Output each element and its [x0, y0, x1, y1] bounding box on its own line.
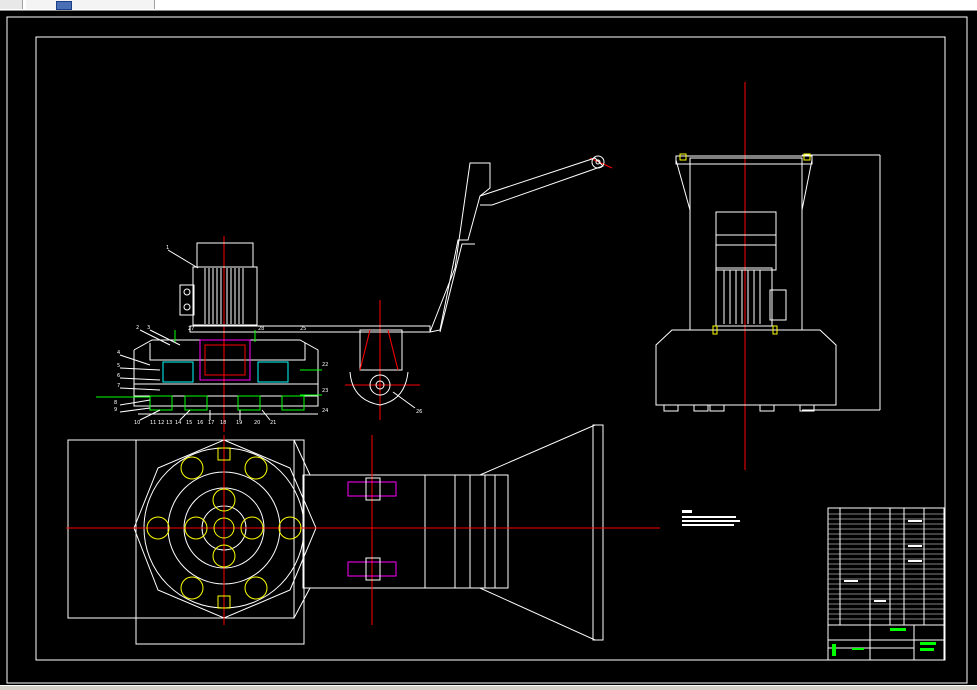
side-view [655, 82, 881, 470]
plan-view [66, 424, 660, 645]
page-thumbnail-icon[interactable] [56, 1, 72, 10]
motor-body [192, 266, 258, 326]
balloon-label: 23 [322, 388, 328, 394]
balloon-label: 15 [186, 420, 192, 426]
side-frame [689, 157, 803, 331]
balloon-label: 22 [322, 362, 328, 368]
balloon-label: 28 [258, 326, 264, 332]
balloon-label: 3 [147, 325, 150, 331]
top-plate [189, 325, 431, 333]
balloon-label: 7 [117, 383, 120, 389]
balloon-label: 19 [236, 420, 242, 426]
balloon-label: 12 [158, 420, 164, 426]
balloon-label: 16 [197, 420, 203, 426]
balloon-label: 27 [188, 326, 194, 332]
status-strip [0, 685, 977, 690]
arm-inner [439, 243, 475, 333]
balloon-label: 14 [175, 420, 181, 426]
bearing-left [162, 361, 194, 383]
front-view [96, 155, 613, 432]
link-arm [479, 157, 604, 206]
cad-drawing-canvas[interactable]: 1 2 3 4 5 6 7 8 9 10 11 12 13 14 15 16 1… [0, 11, 977, 685]
balloon-label: 21 [270, 420, 276, 426]
flange-outline [133, 439, 317, 619]
balloon-label: 11 [150, 420, 156, 426]
motor-top [196, 242, 254, 268]
balloon-label: 5 [117, 363, 120, 369]
balloon-label: 10 [134, 420, 140, 426]
coupling-housing [359, 329, 403, 371]
balloon-label: 6 [117, 373, 120, 379]
toolbar-tab[interactable] [26, 0, 155, 10]
balloon-label: 24 [322, 408, 328, 414]
balloon-label: 13 [166, 420, 172, 426]
bearing-right [257, 361, 289, 383]
cad-drawing: 1 2 3 4 5 6 7 8 9 10 11 12 13 14 15 16 1… [6, 16, 968, 684]
balloon-label: 25 [300, 326, 306, 332]
technical-notes [682, 510, 740, 526]
balloon-label: 26 [416, 409, 422, 415]
balloon-label: 9 [114, 407, 117, 413]
outer-frame [6, 16, 968, 684]
title-block-fills [832, 520, 936, 656]
toolbar-segment[interactable] [0, 0, 23, 9]
balloon-label: 17 [208, 420, 214, 426]
balloon-label: 4 [117, 350, 120, 356]
side-base [655, 329, 837, 406]
balloon-label: 1 [166, 245, 169, 251]
title-block [827, 507, 945, 661]
arm-outline [429, 162, 491, 333]
balloon-label: 20 [254, 420, 260, 426]
inner-frame [35, 36, 946, 661]
balloon-label: 8 [114, 400, 117, 406]
window-toolbar [0, 0, 977, 11]
balloon-label: 2 [136, 325, 139, 331]
balloon-label: 18 [220, 420, 226, 426]
